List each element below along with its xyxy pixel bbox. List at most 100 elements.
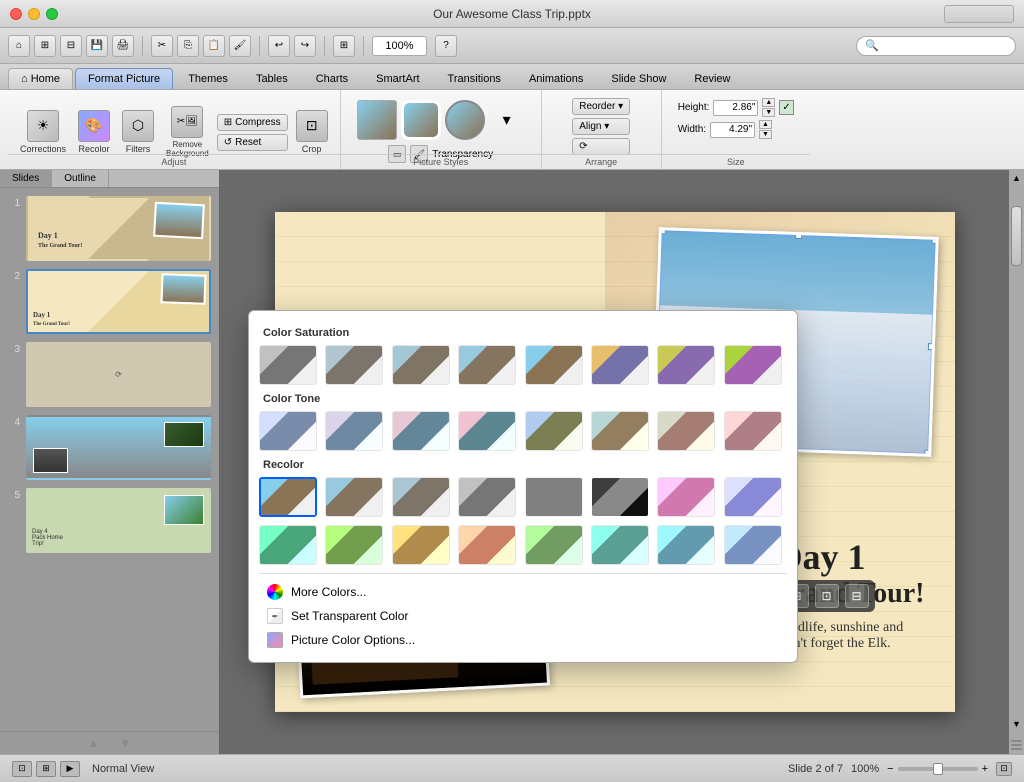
maximize-button[interactable] <box>46 8 58 20</box>
slide-img-5[interactable]: Day 4Pack HomeTrip! <box>26 488 211 553</box>
slides-tab[interactable]: Slides <box>0 170 52 187</box>
float-btn-2[interactable]: ⊡ <box>815 584 839 608</box>
tone-swatch-6[interactable] <box>657 411 715 451</box>
rc-swatch-15[interactable] <box>724 525 782 565</box>
handle-tm[interactable] <box>795 232 802 239</box>
sat-swatch-1[interactable] <box>325 345 383 385</box>
rc-swatch-13[interactable] <box>591 525 649 565</box>
width-down[interactable]: ▼ <box>759 130 772 139</box>
undo-button[interactable]: ↩ <box>268 35 290 57</box>
slide-sorter-btn[interactable]: ⊞ <box>36 761 56 777</box>
height-down[interactable]: ▼ <box>762 108 775 117</box>
rc-swatch-7[interactable] <box>724 477 782 517</box>
tab-home[interactable]: ⌂ Home <box>8 68 73 89</box>
slide-thumb-1[interactable]: 1 Day 1The Grand Tour! <box>8 196 211 261</box>
slide-thumb-2[interactable]: 2 Day 1The Grand Tour! <box>8 269 211 334</box>
lock-aspect-icon[interactable]: ✓ <box>779 100 793 115</box>
cut-button[interactable]: ✂ <box>151 35 173 57</box>
slide-img-4[interactable] <box>26 415 211 480</box>
tab-smartart[interactable]: SmartArt <box>363 68 432 89</box>
sat-swatch-4[interactable] <box>525 345 583 385</box>
tone-swatch-0[interactable] <box>259 411 317 451</box>
more-colors-item[interactable]: More Colors... <box>259 580 787 604</box>
help-button[interactable]: ? <box>435 35 457 57</box>
picture-color-options-item[interactable]: Picture Color Options... <box>259 628 787 652</box>
rc-swatch-5[interactable] <box>591 477 649 517</box>
minimize-button[interactable] <box>28 8 40 20</box>
tone-swatch-3[interactable] <box>458 411 516 451</box>
slide-show-btn[interactable]: ▶ <box>60 761 80 777</box>
style-thumb-3[interactable] <box>445 100 485 140</box>
recolor-button[interactable]: 🎨 Recolor <box>74 108 114 156</box>
tab-charts[interactable]: Charts <box>303 68 361 89</box>
slide-thumb-5[interactable]: 5 Day 4Pack HomeTrip! <box>8 488 211 553</box>
save-button[interactable]: 💾 <box>86 35 108 57</box>
scroll-up-btn[interactable]: ▲ <box>1009 170 1024 186</box>
fit-slide-btn[interactable]: ⊡ <box>996 762 1012 776</box>
rc-swatch-10[interactable] <box>392 525 450 565</box>
rc-swatch-0[interactable] <box>259 477 317 517</box>
style-thumb-2[interactable] <box>401 100 441 140</box>
normal-view-btn[interactable]: ⊡ <box>12 761 32 777</box>
rc-swatch-14[interactable] <box>657 525 715 565</box>
rc-swatch-9[interactable] <box>325 525 383 565</box>
tab-tables[interactable]: Tables <box>243 68 301 89</box>
handle-mr[interactable] <box>927 343 934 350</box>
canvas-area[interactable]: Day 1 The Grand Tour! Vistas, wildlife, … <box>220 170 1009 754</box>
sat-swatch-7[interactable] <box>724 345 782 385</box>
scroll-down-icon[interactable]: ▼ <box>120 736 132 750</box>
handle-tr[interactable] <box>931 237 938 244</box>
redo-button[interactable]: ↪ <box>294 35 316 57</box>
height-up[interactable]: ▲ <box>762 98 775 107</box>
tab-review[interactable]: Review <box>681 68 743 89</box>
rotate-button[interactable]: ⟳ <box>572 138 630 155</box>
outline-tab[interactable]: Outline <box>52 170 109 187</box>
paste-button[interactable]: 📋 <box>203 35 225 57</box>
sat-swatch-6[interactable] <box>657 345 715 385</box>
slide-img-2[interactable]: Day 1The Grand Tour! <box>26 269 211 334</box>
style-more-button[interactable]: ▾ <box>489 108 525 132</box>
rc-swatch-3[interactable] <box>458 477 516 517</box>
search-box[interactable]: 🔍 <box>856 36 1016 56</box>
reorder-button[interactable]: Reorder ▾ <box>572 98 630 115</box>
crop-button[interactable]: ⊡ Crop <box>292 108 332 156</box>
tone-swatch-2[interactable] <box>392 411 450 451</box>
sat-swatch-0[interactable] <box>259 345 317 385</box>
tab-transitions[interactable]: Transitions <box>435 68 514 89</box>
tab-format-picture[interactable]: Format Picture <box>75 68 173 89</box>
slide-img-1[interactable]: Day 1The Grand Tour! <box>26 196 211 261</box>
toolbar-btn-2[interactable]: ⊞ <box>34 35 56 57</box>
compress-button[interactable]: ⊞ Compress <box>217 114 288 131</box>
slide-thumb-4[interactable]: 4 <box>8 415 211 480</box>
slide-img-3[interactable]: ⟳ <box>26 342 211 407</box>
align-button[interactable]: Align ▾ <box>572 118 630 135</box>
rc-swatch-11[interactable] <box>458 525 516 565</box>
print-button[interactable]: 🖨 <box>112 35 134 57</box>
tone-swatch-1[interactable] <box>325 411 383 451</box>
scroll-up-icon[interactable]: ▲ <box>88 736 100 750</box>
rc-swatch-6[interactable] <box>657 477 715 517</box>
slide-thumb-3[interactable]: 3 ⟳ <box>8 342 211 407</box>
handle-br[interactable] <box>924 450 931 457</box>
sat-swatch-5[interactable] <box>591 345 649 385</box>
filters-button[interactable]: ⬡ Filters <box>118 108 158 156</box>
sat-swatch-3[interactable] <box>458 345 516 385</box>
style-thumb-1[interactable] <box>357 100 397 140</box>
tone-swatch-7[interactable] <box>724 411 782 451</box>
toolbar-btn-1[interactable]: ⌂ <box>8 35 30 57</box>
float-btn-3[interactable]: ⊟ <box>845 584 869 608</box>
scroll-down-btn[interactable]: ▼ <box>1009 716 1024 732</box>
reset-button[interactable]: ↺ Reset <box>217 134 288 151</box>
tone-swatch-5[interactable] <box>591 411 649 451</box>
zoom-plus-icon[interactable]: + <box>982 763 988 775</box>
rc-swatch-8[interactable] <box>259 525 317 565</box>
rc-swatch-2[interactable] <box>392 477 450 517</box>
tab-themes[interactable]: Themes <box>175 68 241 89</box>
zoom-slider[interactable] <box>898 767 978 771</box>
zoom-input[interactable]: 100% <box>372 36 427 56</box>
width-up[interactable]: ▲ <box>759 120 772 129</box>
rc-swatch-12[interactable] <box>525 525 583 565</box>
close-button[interactable] <box>10 8 22 20</box>
resize-handle[interactable] <box>1009 736 1024 754</box>
toolbar-btn-3[interactable]: ⊟ <box>60 35 82 57</box>
